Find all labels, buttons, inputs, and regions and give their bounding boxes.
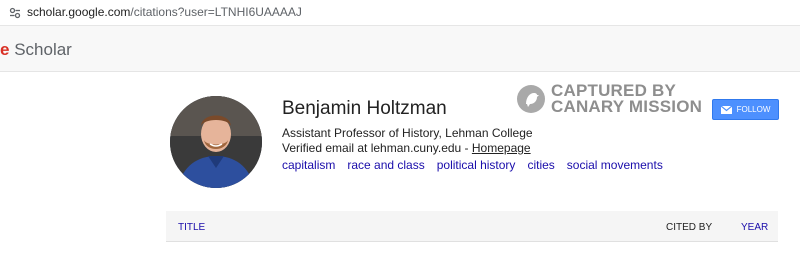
watermark: CAPTURED BY CANARY MISSION xyxy=(517,82,703,116)
follow-label: FOLLOW xyxy=(736,105,771,114)
sort-by-year[interactable]: YEAR xyxy=(741,222,768,233)
articles-table-header: TITLE CITED BY YEAR xyxy=(166,211,778,242)
research-interests: capitalism race and class political hist… xyxy=(282,158,675,172)
profile-photo xyxy=(170,96,262,188)
interest-link[interactable]: social movements xyxy=(567,158,663,172)
bird-icon xyxy=(517,85,545,113)
scholar-logo[interactable]: e Scholar xyxy=(0,40,72,60)
email-line: Verified email at lehman.cuny.edu - Home… xyxy=(282,141,531,155)
affiliation: Assistant Professor of History, Lehman C… xyxy=(282,126,533,140)
verified-email: Verified email at lehman.cuny.edu - xyxy=(282,141,472,155)
watermark-line: CANARY MISSION xyxy=(551,97,703,116)
sort-by-cited[interactable]: CITED BY xyxy=(666,222,712,233)
url-host: scholar.google.com xyxy=(27,5,131,19)
interest-link[interactable]: capitalism xyxy=(282,158,335,172)
scholar-header: e Scholar xyxy=(0,26,800,72)
interest-link[interactable]: race and class xyxy=(347,158,424,172)
follow-button[interactable]: FOLLOW xyxy=(712,99,779,120)
tune-icon[interactable] xyxy=(9,7,21,19)
url-path: /citations?user=LTNHI6UAAAAJ xyxy=(130,5,302,19)
address-bar[interactable]: scholar.google.com/citations?user=LTNHI6… xyxy=(0,0,800,26)
sort-by-title[interactable]: TITLE xyxy=(178,222,205,233)
homepage-link[interactable]: Homepage xyxy=(472,141,531,155)
logo-wordmark: Scholar xyxy=(9,40,72,59)
profile-name: Benjamin Holtzman xyxy=(282,98,447,119)
watermark-text: CAPTURED BY CANARY MISSION xyxy=(551,82,703,116)
avatar xyxy=(170,96,262,188)
url-text[interactable]: scholar.google.com/citations?user=LTNHI6… xyxy=(27,5,302,19)
mail-icon xyxy=(720,105,732,114)
interest-link[interactable]: cities xyxy=(527,158,554,172)
interest-link[interactable]: political history xyxy=(437,158,516,172)
